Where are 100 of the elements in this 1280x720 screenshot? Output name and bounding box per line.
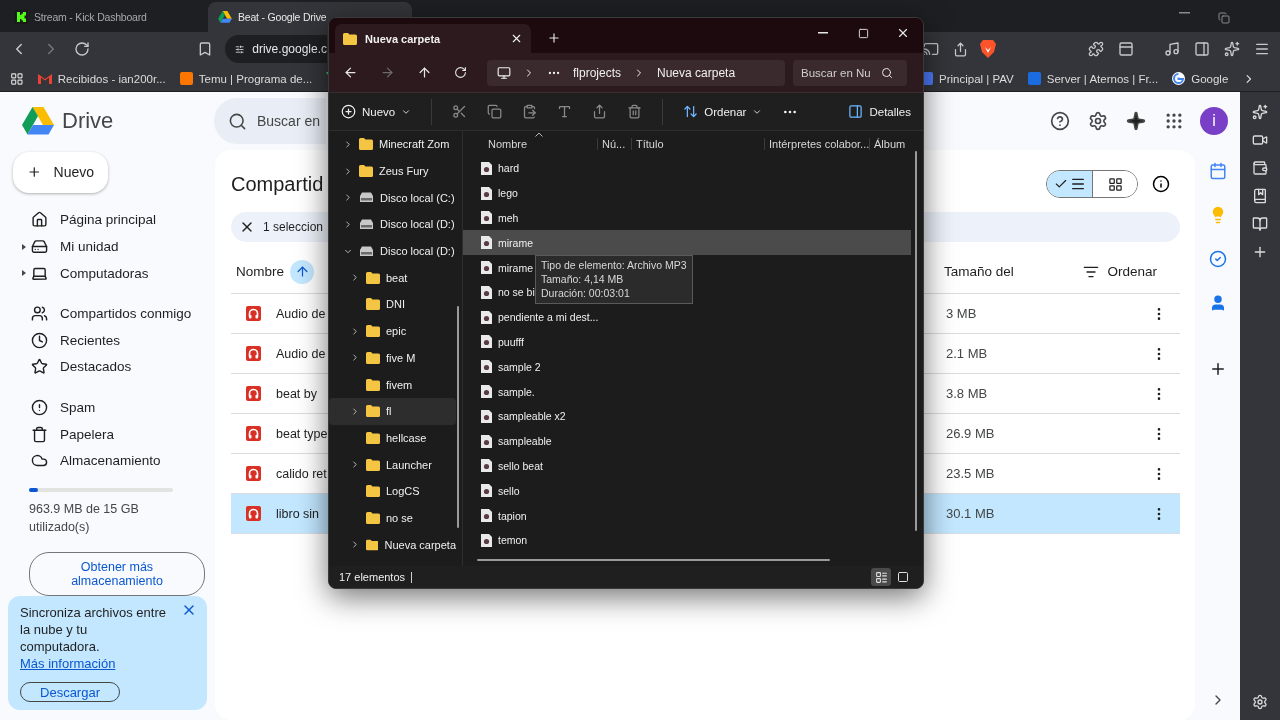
search-field[interactable]: Buscar en Nu bbox=[793, 59, 907, 86]
details-button[interactable]: Detalles bbox=[848, 104, 911, 119]
chevron-icon[interactable] bbox=[343, 192, 353, 204]
new-button[interactable]: Nuevo bbox=[13, 152, 108, 193]
sparkle-button[interactable] bbox=[1124, 109, 1148, 133]
file-name[interactable]: hard bbox=[498, 162, 519, 175]
chevron-icon[interactable] bbox=[350, 539, 360, 551]
bookmark-icon[interactable] bbox=[1252, 188, 1268, 204]
chevron-icon[interactable] bbox=[350, 352, 360, 364]
tree-item[interactable]: hellcase bbox=[329, 424, 456, 452]
file-name[interactable]: mirame bbox=[498, 261, 533, 274]
file-name[interactable]: sampleable bbox=[498, 435, 552, 448]
browser-tab[interactable]: Stream - Kick Dashboard bbox=[4, 2, 208, 32]
sidebar-button[interactable] bbox=[1192, 39, 1212, 59]
bookmark-link[interactable]: Google bbox=[1172, 72, 1229, 85]
tree-item[interactable]: DNI bbox=[329, 291, 456, 318]
file-name[interactable]: calido ret bbox=[276, 466, 327, 481]
calendar-icon[interactable] bbox=[1208, 162, 1227, 180]
file-name[interactable]: tapion bbox=[498, 509, 527, 522]
file-name[interactable]: mirame bbox=[498, 236, 533, 249]
book-icon[interactable] bbox=[1252, 216, 1268, 232]
new-button[interactable]: Nuevo bbox=[341, 104, 412, 119]
reload-button[interactable] bbox=[72, 39, 92, 59]
add-icon[interactable] bbox=[1252, 244, 1268, 260]
view-option-button[interactable] bbox=[1092, 171, 1137, 197]
chevron-icon[interactable] bbox=[350, 325, 360, 337]
bookmark-link[interactable]: Server | Aternos | Fr... bbox=[1027, 72, 1159, 85]
file-name[interactable]: no se bi bbox=[498, 286, 535, 299]
help-button[interactable] bbox=[1048, 109, 1072, 133]
tab-button[interactable] bbox=[1116, 39, 1136, 59]
nav-item[interactable]: Mi unidad bbox=[0, 233, 215, 260]
tree-item[interactable]: Zeus Fury bbox=[329, 157, 456, 185]
view-option-button[interactable] bbox=[1047, 171, 1092, 197]
apps-icon[interactable] bbox=[10, 71, 24, 86]
column-header[interactable]: Título bbox=[631, 137, 764, 150]
address-field[interactable]: drive.google.c bbox=[225, 35, 327, 63]
nav-item[interactable]: Spam bbox=[0, 394, 215, 421]
column-header[interactable]: Intérpretes colabor... bbox=[764, 137, 869, 150]
tree-item[interactable]: fivem bbox=[329, 371, 456, 398]
view-button[interactable] bbox=[871, 568, 891, 586]
rename-icon[interactable] bbox=[557, 104, 573, 119]
file-name[interactable]: sello beat bbox=[498, 459, 543, 472]
window-tab[interactable]: Nueva carpeta bbox=[335, 24, 531, 53]
refresh-button[interactable] bbox=[452, 64, 469, 81]
column-header[interactable]: Álbum bbox=[869, 137, 915, 150]
cut-icon[interactable] bbox=[452, 104, 468, 119]
tree-item[interactable]: Disco local (C:) bbox=[329, 184, 456, 212]
sparkle-icon[interactable] bbox=[1252, 104, 1268, 120]
share-icon[interactable] bbox=[592, 104, 608, 119]
nav-item[interactable]: Computadoras bbox=[0, 259, 215, 287]
file-name[interactable]: lego bbox=[498, 187, 518, 200]
column-header[interactable]: Nombre bbox=[463, 137, 597, 150]
tasks-icon[interactable] bbox=[1208, 250, 1227, 268]
nav-item[interactable]: Compartidos conmigo bbox=[0, 300, 215, 328]
file-name[interactable]: beat by bbox=[276, 386, 317, 401]
tree-item[interactable]: Minecraft Zom bbox=[329, 131, 456, 158]
info-button[interactable] bbox=[1150, 173, 1172, 195]
paste-icon[interactable] bbox=[522, 104, 538, 119]
chevron-icon[interactable] bbox=[343, 218, 353, 230]
nav-item[interactable]: Página principal bbox=[0, 206, 215, 234]
tree-item[interactable]: Launcher bbox=[329, 451, 456, 478]
settings-icon[interactable] bbox=[1252, 694, 1268, 710]
tree-item[interactable]: LogCS bbox=[329, 477, 456, 505]
file-name[interactable]: Audio de bbox=[276, 306, 326, 321]
nav-item[interactable]: Papelera bbox=[0, 420, 215, 448]
caret-icon[interactable] bbox=[21, 269, 27, 278]
chevron-icon[interactable] bbox=[350, 405, 360, 417]
tree-item[interactable]: beat bbox=[329, 264, 456, 292]
search-field[interactable]: Buscar en bbox=[214, 98, 326, 144]
breadcrumb-item[interactable]: Nueva carpeta bbox=[657, 65, 736, 80]
sort-button[interactable]: Ordenar bbox=[683, 104, 763, 119]
tree-item[interactable]: Nueva carpeta bbox=[329, 531, 456, 558]
tree-item[interactable]: fl bbox=[329, 397, 456, 425]
tree-item[interactable]: no se bbox=[329, 504, 456, 532]
music-button[interactable] bbox=[1162, 39, 1182, 59]
close-icon[interactable] bbox=[510, 32, 523, 45]
file-name[interactable]: temon bbox=[498, 534, 528, 547]
file-name[interactable]: sample. bbox=[498, 385, 535, 398]
address-bar[interactable]: flprojects Nueva carpeta bbox=[487, 59, 785, 86]
file-name[interactable]: beat type bbox=[276, 426, 328, 441]
avatar[interactable]: i bbox=[1200, 107, 1228, 135]
file-name[interactable]: puufff bbox=[498, 335, 524, 348]
name-column-header[interactable]: Nombre bbox=[231, 258, 320, 285]
chevron-icon[interactable] bbox=[350, 459, 360, 471]
nav-item[interactable]: Almacenamiento bbox=[0, 447, 215, 474]
file-name[interactable]: sello bbox=[498, 484, 520, 497]
tree-item[interactable]: five M bbox=[329, 344, 456, 372]
chevron-icon[interactable] bbox=[343, 165, 353, 177]
tree-item[interactable]: Disco local (D:) bbox=[329, 211, 456, 238]
file-name[interactable]: Audio de bbox=[276, 346, 326, 361]
file-name[interactable]: sampleable x2 bbox=[498, 410, 566, 423]
column-header[interactable]: Tamaño del bbox=[944, 264, 1014, 279]
bookmark-link[interactable]: Temu | Programa de... bbox=[179, 72, 313, 85]
sparkle-button[interactable] bbox=[1222, 39, 1242, 59]
column-header[interactable]: Nú... bbox=[597, 137, 631, 150]
nav-item[interactable]: Destacados bbox=[0, 353, 215, 381]
more-info-link[interactable]: Más información bbox=[20, 655, 116, 672]
file-name[interactable]: meh bbox=[498, 212, 519, 224]
breadcrumb-item[interactable]: flprojects bbox=[573, 65, 622, 80]
tree-item[interactable]: epic bbox=[329, 317, 456, 345]
